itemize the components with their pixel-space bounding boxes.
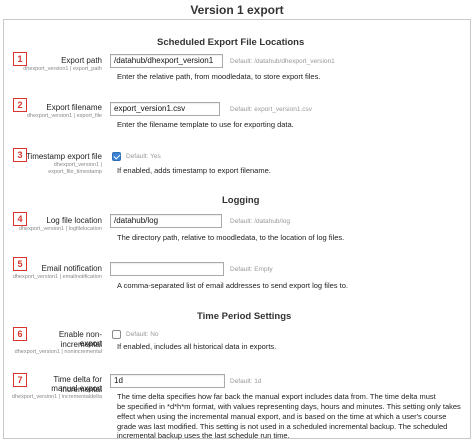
email-notification-default: Default: Empty [230, 266, 273, 273]
log-location-description: The directory path, relative to moodleda… [117, 233, 345, 242]
time-delta-label-line2: manual export [51, 384, 102, 393]
timestamp-label: Timestamp export file [25, 152, 102, 161]
timestamp-description: If enabled, adds timestamp to export fil… [117, 166, 271, 175]
export-path-description: Enter the relative path, from moodledata… [117, 72, 321, 81]
time-delta-description-line3: effect when using the incremental manual… [117, 412, 447, 421]
section-heading-scheduled: Scheduled Export File Locations [157, 37, 305, 48]
timestamp-key-line2: export_file_timestamp [48, 169, 102, 175]
export-path-default: Default: /datahub/dhexport_version1 [230, 58, 335, 65]
timestamp-key-line1: dhexport_version1 | [53, 162, 102, 168]
nonincremental-default: Default: No [126, 331, 159, 338]
export-filename-label: Export filename [46, 103, 102, 112]
time-delta-key: dhexport_version1 | incrementaldelta [11, 394, 102, 400]
export-filename-input[interactable]: export_version1.csv [110, 102, 220, 116]
log-location-key: dhexport_version1 | logfilelocation [18, 226, 102, 232]
nonincremental-key: dhexport_version1 | nonincremental [14, 349, 102, 355]
section-heading-logging: Logging [222, 195, 260, 206]
timestamp-checkbox[interactable] [112, 152, 121, 161]
time-delta-default: Default: 1d [230, 378, 262, 385]
log-location-input[interactable]: /datahub/log [110, 214, 222, 228]
export-filename-key: dhexport_version1 | export_file [26, 113, 102, 119]
time-delta-description-line5: incremental backup uses the last schedul… [117, 431, 290, 440]
export-path-input[interactable]: /datahub/dhexport_version1 [110, 54, 223, 68]
section-heading-time-period: Time Period Settings [197, 311, 292, 322]
page-title: Version 1 export [190, 3, 284, 17]
time-delta-input[interactable]: 1d [110, 374, 225, 388]
time-delta-description-line1: The time delta specifies how far back th… [117, 392, 436, 401]
email-notification-key: dhexport_version1 | emailnotification [12, 274, 102, 280]
email-notification-label: Email notification [41, 264, 102, 273]
email-notification-input[interactable] [110, 262, 224, 276]
email-notification-description: A comma-separated list of email addresse… [117, 281, 348, 290]
export-filename-default: Default: export_version1.csv [230, 106, 313, 113]
export-filename-description: Enter the filename template to use for e… [117, 120, 294, 129]
nonincremental-description: If enabled, includes all historical data… [117, 342, 277, 351]
timestamp-default: Default: Yes [126, 153, 161, 160]
nonincremental-checkbox[interactable] [112, 330, 121, 339]
export-path-label: Export path [61, 56, 102, 65]
nonincremental-label-line2: export [79, 339, 102, 348]
time-delta-description-line2: be specified in *d*h*m format, with valu… [117, 402, 461, 411]
log-location-default: Default: /datahub/log [230, 218, 290, 225]
log-location-label: Log file location [46, 216, 102, 225]
export-path-key: dhexport_version1 | export_path [23, 66, 102, 72]
